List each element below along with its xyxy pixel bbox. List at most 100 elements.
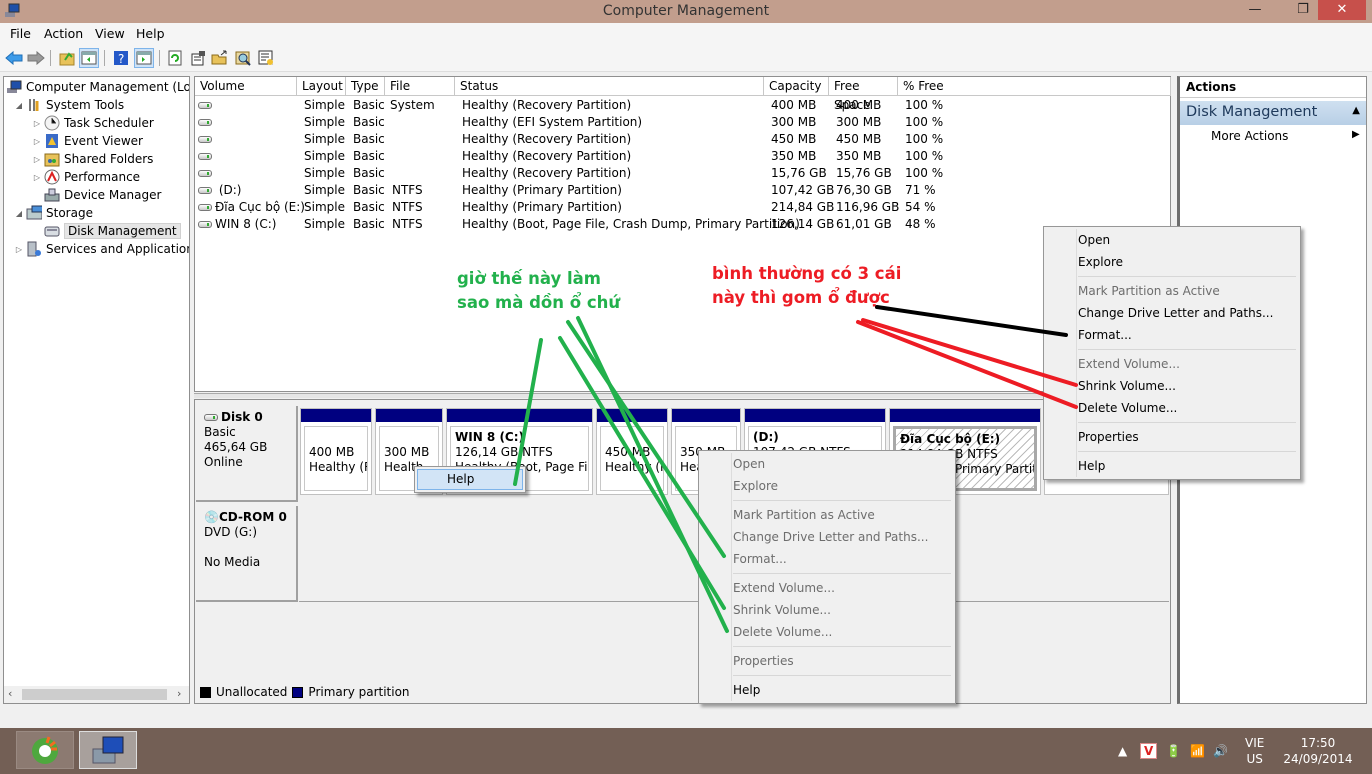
network-signal-icon[interactable]: 📶: [1190, 728, 1205, 774]
column-header-type[interactable]: Type: [346, 77, 385, 96]
menu-separator: [733, 646, 951, 647]
volume-row[interactable]: Simple Basic Healthy (Recovery Partition) 4…: [195, 131, 1170, 148]
scrollbar-thumb[interactable]: [22, 689, 167, 700]
show-hide-action-pane-icon[interactable]: [134, 48, 154, 68]
actions-section-disk-management[interactable]: Disk Management ▲: [1180, 101, 1366, 125]
menu-item-open[interactable]: Open: [1078, 229, 1110, 251]
tree-item-device-manager[interactable]: Device Manager: [32, 186, 161, 204]
menu-view[interactable]: View: [95, 26, 125, 41]
search-icon[interactable]: [233, 48, 253, 68]
clock-date: 24/09/2014: [1283, 752, 1353, 766]
partition-block[interactable]: 400 MBHealthy (Re: [300, 408, 372, 495]
tree-item-label: Performance: [64, 170, 141, 184]
scroll-left-icon[interactable]: ‹: [8, 687, 12, 700]
collapse-icon[interactable]: ◢: [14, 101, 24, 110]
menu-item-help[interactable]: Help: [733, 679, 760, 701]
tree-item-disk-management[interactable]: Disk Management: [32, 222, 181, 240]
open-icon[interactable]: [210, 48, 230, 68]
taskbar-coccoc[interactable]: [16, 731, 74, 769]
settings-icon[interactable]: [256, 48, 276, 68]
column-header-file-system[interactable]: File System: [385, 77, 455, 112]
volume-row[interactable]: Simple Basic Healthy (Recovery Partition) 3…: [195, 148, 1170, 165]
expand-icon[interactable]: ▷: [32, 137, 42, 146]
menu-item-explore[interactable]: Explore: [1078, 251, 1123, 273]
up-folder-icon[interactable]: [57, 48, 77, 68]
maximize-button[interactable]: ❐: [1288, 0, 1318, 20]
tree-horizontal-scrollbar[interactable]: ‹ ›: [4, 686, 189, 703]
volume-icon[interactable]: 🔊: [1213, 728, 1228, 774]
partition-block[interactable]: 450 MBHealthy (Re: [596, 408, 668, 495]
refresh-icon[interactable]: [165, 48, 185, 68]
forward-icon[interactable]: [26, 48, 46, 68]
tree-item-task-scheduler[interactable]: ▷ Task Scheduler: [32, 114, 154, 132]
volume-row[interactable]: (D:) Simple Basic NTFS Healthy (Primary Part…: [195, 182, 1170, 199]
tools-icon: [26, 97, 42, 113]
storage-icon: [26, 205, 42, 221]
antivirus-tray-icon[interactable]: V: [1140, 728, 1158, 774]
volume-row[interactable]: Đĩa Cục bộ (E:) Simple Basic NTFS Healthy (P…: [195, 199, 1170, 216]
taskbar-computer-management[interactable]: [79, 731, 137, 769]
expand-icon[interactable]: ▷: [32, 155, 42, 164]
expand-icon[interactable]: ▷: [14, 245, 24, 254]
tree-item-shared-folders[interactable]: ▷ Shared Folders: [32, 150, 153, 168]
volume-row[interactable]: Simple Basic Healthy (Recovery Partition) 1…: [195, 165, 1170, 182]
menu-action[interactable]: Action: [44, 26, 83, 41]
column-header-volume[interactable]: Volume: [195, 77, 297, 96]
menu-help[interactable]: Help: [136, 26, 165, 41]
menu-file[interactable]: File: [10, 26, 31, 41]
show-hidden-icons[interactable]: ▲: [1118, 728, 1127, 774]
title-bar: Computer Management — ❐ ✕: [0, 0, 1372, 23]
annotation-green-line-2: sao mà dồn ổ chứ: [457, 293, 621, 312]
collapse-icon[interactable]: ◢: [14, 209, 24, 218]
minimize-button[interactable]: —: [1240, 0, 1270, 20]
disk-0-label[interactable]: Disk 0 Basic 465,64 GB Online: [196, 406, 298, 502]
pane-splitter[interactable]: [194, 393, 1171, 398]
scroll-right-icon[interactable]: ›: [177, 687, 181, 700]
close-button[interactable]: ✕: [1318, 0, 1366, 20]
drive-icon: [198, 136, 212, 143]
tree-item-storage[interactable]: ◢ Storage: [14, 204, 93, 222]
cell-free-space: 76,30 GB: [836, 183, 892, 197]
expand-icon[interactable]: ▷: [32, 173, 42, 182]
column-header-free[interactable]: % Free: [898, 77, 1171, 96]
menu-item-delete-volume[interactable]: Delete Volume...: [1078, 397, 1177, 419]
cell-capacity: 400 MB: [771, 98, 817, 112]
disk-status: No Media: [204, 555, 261, 569]
column-header-free-space[interactable]: Free Space: [829, 77, 898, 112]
tree-item-performance[interactable]: ▷ Performance: [32, 168, 140, 186]
properties-icon[interactable]: [188, 48, 208, 68]
partition-status: Healthy (Re: [605, 460, 663, 474]
column-header-status[interactable]: Status: [455, 77, 764, 96]
clock[interactable]: 17:50 24/09/2014: [1282, 728, 1354, 774]
volume-row[interactable]: Simple Basic Healthy (Recovery Partition) 4…: [195, 97, 1170, 114]
volume-row[interactable]: WIN 8 (C:) Simple Basic NTFS Healthy (Boot, …: [195, 216, 1170, 233]
column-header-capacity[interactable]: Capacity: [764, 77, 829, 96]
tree-item-computer-management-local[interactable]: Computer Management (Local: [6, 78, 189, 96]
help-icon[interactable]: ?: [111, 48, 131, 68]
volume-name: (D:): [215, 183, 242, 197]
back-icon[interactable]: [4, 48, 24, 68]
menu-item-help[interactable]: Help: [447, 468, 474, 490]
partition-title: [680, 430, 732, 445]
menu-item-format[interactable]: Format...: [1078, 324, 1132, 346]
volume-row[interactable]: Simple Basic Healthy (EFI System Partition…: [195, 114, 1170, 131]
more-actions[interactable]: More Actions: [1211, 129, 1288, 143]
annotation-green: giờ thế này làm sao mà dồn ổ chứ: [457, 267, 620, 315]
expand-icon[interactable]: ▷: [32, 119, 42, 128]
menu-item-shrink-volume[interactable]: Shrink Volume...: [1078, 375, 1176, 397]
tree-item-services-and-applications[interactable]: ▷ Services and Applications: [14, 240, 189, 258]
tree-item-system-tools[interactable]: ◢ System Tools: [14, 96, 124, 114]
cdrom-0-label[interactable]: 💿CD-ROM 0 DVD (G:) No Media: [196, 506, 298, 602]
menu-item-help[interactable]: Help: [1078, 455, 1105, 477]
show-hide-console-tree-icon[interactable]: [79, 48, 99, 68]
tree-item-event-viewer[interactable]: ▷ Event Viewer: [32, 132, 143, 150]
battery-icon[interactable]: 🔋: [1166, 728, 1181, 774]
input-language[interactable]: VIE US: [1245, 728, 1264, 774]
cell-status: Healthy (Recovery Partition): [462, 166, 632, 180]
collapse-icon[interactable]: ▲: [1352, 105, 1360, 116]
column-header-layout[interactable]: Layout: [297, 77, 346, 96]
menu-item-properties[interactable]: Properties: [1078, 426, 1139, 448]
menu-item-change-drive-letter-and-paths[interactable]: Change Drive Letter and Paths...: [1078, 302, 1273, 324]
cell-type: Basic: [353, 132, 385, 146]
services-icon: [26, 241, 42, 257]
